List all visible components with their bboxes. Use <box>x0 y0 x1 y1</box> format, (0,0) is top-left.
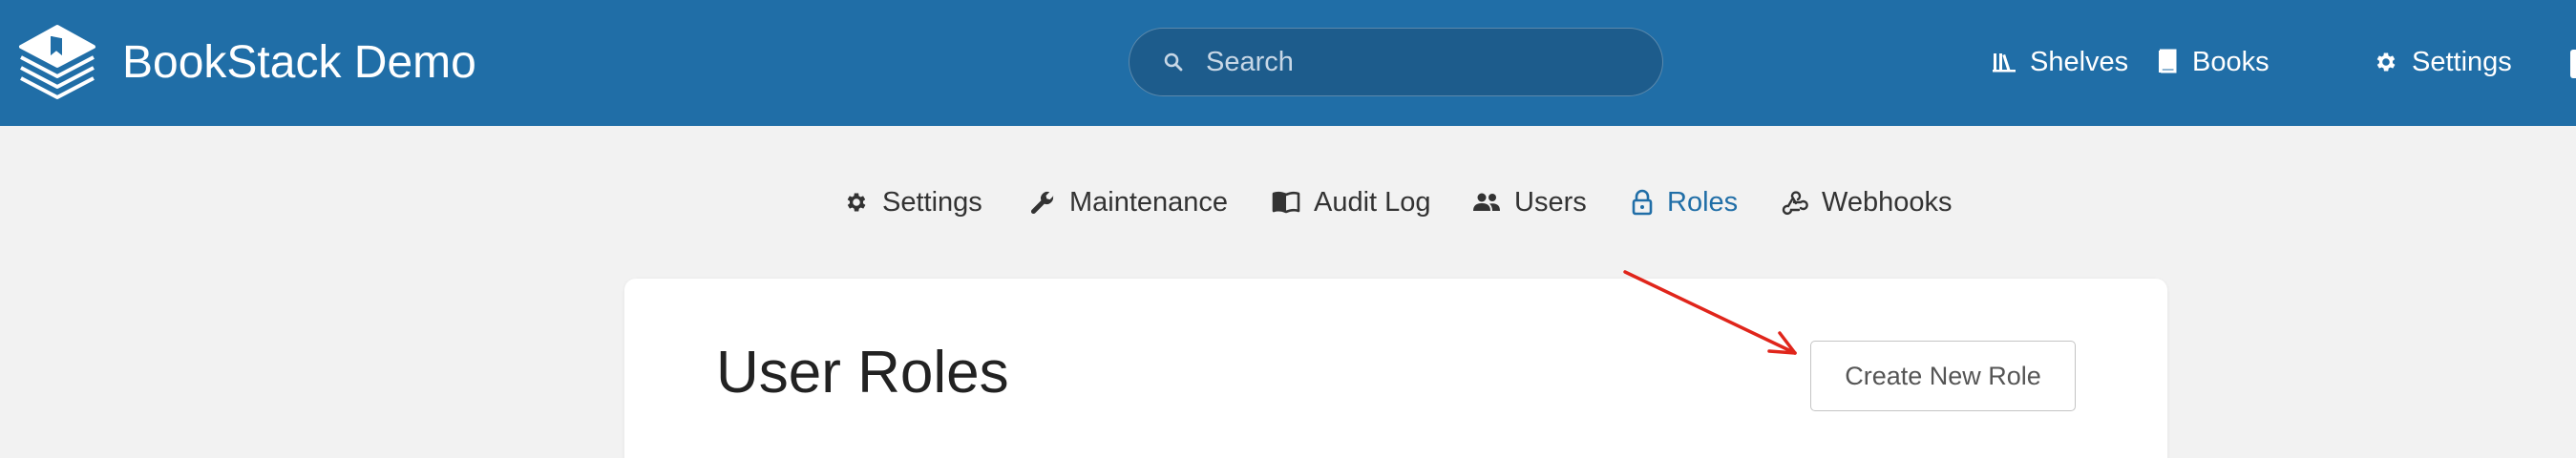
book-icon <box>2159 49 2177 73</box>
header-nav-label: Books <box>2192 46 2270 77</box>
roles-card: User Roles Create New Role <box>624 279 2167 458</box>
gear-icon <box>2376 52 2396 72</box>
settings-nav-label: Roles <box>1667 186 1739 218</box>
gear-icon <box>847 193 866 212</box>
users-icon <box>1473 193 1500 211</box>
header-overflow-edge <box>2570 50 2576 78</box>
header-nav-label: Shelves <box>2030 46 2129 77</box>
bookstack-logo-icon[interactable] <box>17 23 97 101</box>
settings-nav-label: Webhooks <box>1822 186 1953 218</box>
settings-nav-webhooks[interactable]: Webhooks <box>1782 181 1953 223</box>
top-header: BookStack Demo Shelves Books Settings <box>0 0 2576 126</box>
header-nav-settings[interactable]: Settings <box>2374 38 2512 86</box>
lock-icon <box>1632 189 1653 216</box>
settings-nav-label: Audit Log <box>1314 186 1431 218</box>
search-icon <box>1164 52 1183 72</box>
settings-nav-settings[interactable]: Settings <box>844 181 982 223</box>
header-nav-books[interactable]: Books <box>2156 38 2270 86</box>
settings-nav-maintenance[interactable]: Maintenance <box>1029 181 1228 223</box>
header-nav-shelves[interactable]: Shelves <box>1992 38 2128 86</box>
settings-nav-users[interactable]: Users <box>1472 181 1587 223</box>
settings-nav-label: Settings <box>882 186 982 218</box>
settings-nav-label: Users <box>1514 186 1587 218</box>
open-book-icon <box>1272 191 1300 214</box>
wrench-icon <box>1030 191 1054 215</box>
shelves-icon <box>1993 53 2016 73</box>
webhook-icon <box>1782 191 1808 216</box>
site-title[interactable]: BookStack Demo <box>122 32 476 94</box>
settings-nav-audit-log[interactable]: Audit Log <box>1272 181 1431 223</box>
header-nav-label: Settings <box>2412 46 2512 77</box>
create-new-role-button[interactable]: Create New Role <box>1810 341 2076 411</box>
search-box[interactable] <box>1129 28 1663 96</box>
settings-nav-label: Maintenance <box>1069 186 1229 218</box>
page-title: User Roles <box>716 340 1009 406</box>
search-input[interactable] <box>1206 29 1645 95</box>
settings-nav-roles[interactable]: Roles <box>1631 181 1738 223</box>
